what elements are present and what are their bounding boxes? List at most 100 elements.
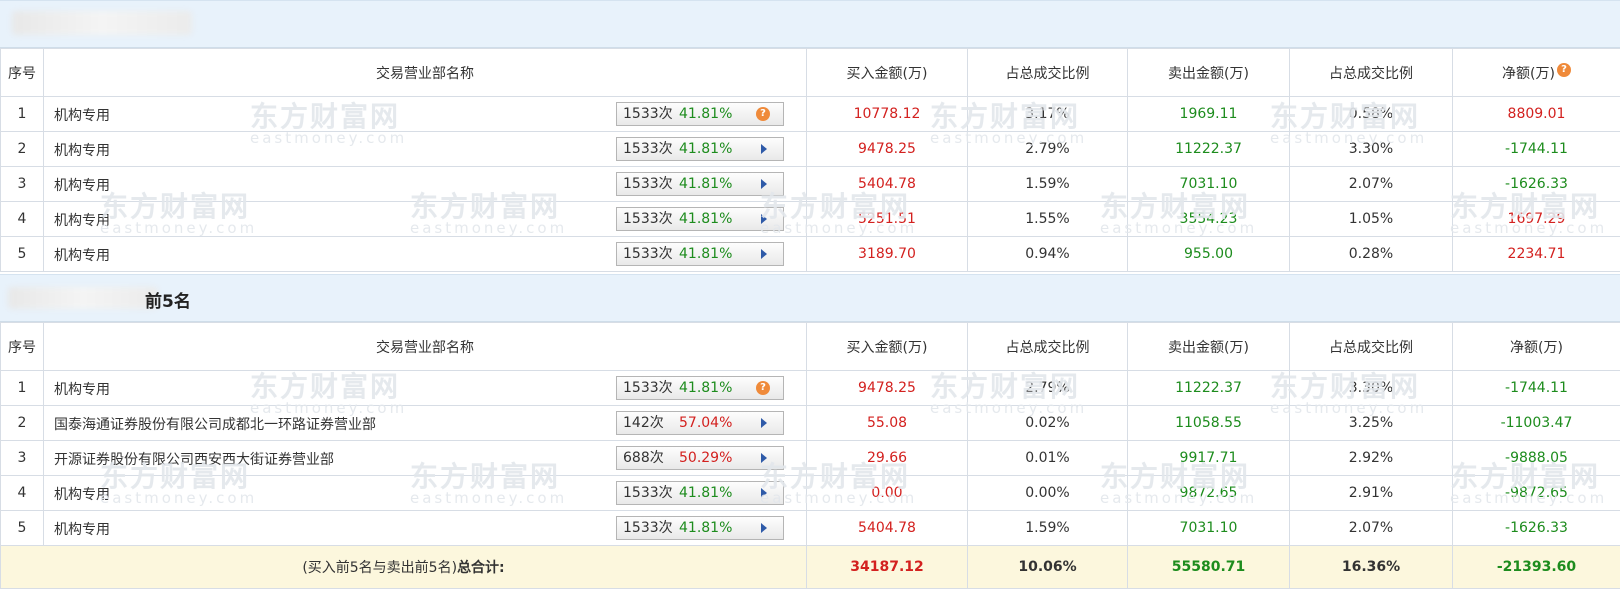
sell-amount: 7031.10	[1127, 166, 1290, 202]
buy-ratio: 0.01%	[967, 440, 1128, 476]
blurred-title	[8, 287, 158, 309]
broker-cell: 机构专用 1533次 41.81%?	[43, 96, 807, 132]
right-triangle-icon[interactable]	[761, 249, 767, 259]
buy-ratio: 3.17%	[967, 96, 1128, 132]
broker-stats-box[interactable]: 1533次 41.81%	[616, 516, 784, 540]
question-circle-icon[interactable]: ?	[756, 107, 770, 121]
total-buy: 34187.12	[806, 545, 968, 589]
right-triangle-icon[interactable]	[761, 453, 767, 463]
question-circle-icon[interactable]: ?	[756, 381, 770, 395]
col-name: 交易营业部名称	[43, 48, 807, 97]
total-row: (买入前5名与卖出前5名)总合计: 34187.12 10.06% 55580.…	[0, 545, 1620, 589]
broker-trade-count: 1533次	[623, 176, 673, 192]
broker-name[interactable]: 开源证券股份有限公司西安西大街证券营业部	[54, 449, 334, 469]
row-seq: 5	[0, 236, 44, 272]
broker-stats-box[interactable]: 142次 57.04%	[616, 411, 784, 435]
net-amount: 8809.01	[1452, 96, 1620, 132]
broker-win-rate: 50.29%	[679, 450, 733, 466]
broker-stats-box[interactable]: 1533次 41.81%	[616, 481, 784, 505]
buy-amount: 5251.51	[806, 201, 968, 237]
right-triangle-icon[interactable]	[761, 418, 767, 428]
col-name: 交易营业部名称	[43, 322, 807, 371]
col-net-label: 净额(万)	[1502, 65, 1555, 82]
right-triangle-icon[interactable]	[761, 488, 767, 498]
broker-stats-box[interactable]: 1533次 41.81%	[616, 172, 784, 196]
broker-name[interactable]: 机构专用	[54, 175, 110, 195]
right-triangle-icon[interactable]	[761, 214, 767, 224]
buy-ratio: 1.59%	[967, 166, 1128, 202]
row-seq: 3	[0, 166, 44, 202]
sell-top5-table: 序号 交易营业部名称 买入金额(万) 占总成交比例 卖出金额(万) 占总成交比例…	[0, 322, 1620, 589]
broker-win-rate: 41.81%	[679, 141, 733, 157]
broker-stats-box[interactable]: 1533次 41.81%	[616, 137, 784, 161]
broker-cell: 机构专用 1533次 41.81%	[43, 201, 807, 237]
table-row: 4 机构专用 1533次 41.81% 0.00 0.00% 9872.65 2.91% -98…	[0, 475, 1620, 511]
buy-top5-table: 序号 交易营业部名称 买入金额(万) 占总成交比例 卖出金额(万) 占总成交比例…	[0, 48, 1620, 272]
net-amount: 2234.71	[1452, 236, 1620, 272]
buy-amount: 5404.78	[806, 166, 968, 202]
broker-win-rate: 41.81%	[679, 246, 733, 262]
broker-name[interactable]: 机构专用	[54, 105, 110, 125]
sell-amount: 9872.65	[1127, 475, 1290, 511]
broker-stats-box[interactable]: 1533次 41.81%	[616, 242, 784, 266]
broker-stats-box[interactable]: 688次 50.29%	[616, 446, 784, 470]
broker-trade-count: 688次	[623, 450, 664, 466]
broker-win-rate: 41.81%	[679, 211, 733, 227]
col-buy-pct: 占总成交比例	[967, 48, 1128, 97]
sell-section-header: 前5名	[0, 274, 1620, 322]
sell-amount: 955.00	[1127, 236, 1290, 272]
buy-amount: 5404.78	[806, 510, 968, 546]
blurred-title	[12, 11, 192, 35]
net-amount: -9888.05	[1452, 440, 1620, 476]
table-row: 1 机构专用 1533次 41.81%? 9478.25 2.79% 11222.37 3.3…	[0, 370, 1620, 406]
row-seq: 2	[0, 405, 44, 441]
broker-cell: 机构专用 1533次 41.81%	[43, 166, 807, 202]
broker-name[interactable]: 机构专用	[54, 484, 110, 504]
broker-name[interactable]: 机构专用	[54, 245, 110, 265]
right-triangle-icon[interactable]	[761, 523, 767, 533]
broker-trade-count: 1533次	[623, 141, 673, 157]
broker-win-rate: 57.04%	[679, 415, 733, 431]
broker-name[interactable]: 机构专用	[54, 140, 110, 160]
right-triangle-icon[interactable]	[761, 179, 767, 189]
row-seq: 1	[0, 370, 44, 406]
broker-trade-count: 1533次	[623, 211, 673, 227]
total-sell: 55580.71	[1127, 545, 1290, 589]
broker-win-rate: 41.81%	[679, 485, 733, 501]
col-buy-pct: 占总成交比例	[967, 322, 1128, 371]
net-amount: -1744.11	[1452, 370, 1620, 406]
broker-trade-count: 1533次	[623, 106, 673, 122]
col-net: 净额(万)?	[1452, 48, 1620, 97]
sell-ratio: 3.30%	[1289, 370, 1453, 406]
sell-amount: 11058.55	[1127, 405, 1290, 441]
broker-stats-box[interactable]: 1533次 41.81%	[616, 207, 784, 231]
broker-stats-box[interactable]: 1533次 41.81%?	[616, 102, 784, 126]
buy-amount: 9478.25	[806, 370, 968, 406]
table-row: 4 机构专用 1533次 41.81% 5251.51 1.55% 3554.23 1.05%…	[0, 201, 1620, 237]
buy-ratio: 0.94%	[967, 236, 1128, 272]
question-circle-icon[interactable]: ?	[1556, 62, 1571, 77]
broker-win-rate: 41.81%	[679, 106, 733, 122]
col-net: 净额(万)	[1452, 322, 1620, 371]
buy-amount: 0.00	[806, 475, 968, 511]
row-seq: 2	[0, 131, 44, 167]
col-buy: 买入金额(万)	[806, 322, 968, 371]
col-sell: 卖出金额(万)	[1127, 322, 1290, 371]
broker-name[interactable]: 国泰海通证券股份有限公司成都北一环路证券营业部	[54, 414, 376, 434]
broker-name[interactable]: 机构专用	[54, 379, 110, 399]
col-sell: 卖出金额(万)	[1127, 48, 1290, 97]
row-seq: 4	[0, 201, 44, 237]
broker-cell: 机构专用 1533次 41.81%	[43, 131, 807, 167]
sell-ratio: 0.58%	[1289, 96, 1453, 132]
broker-name[interactable]: 机构专用	[54, 519, 110, 539]
col-seq: 序号	[0, 322, 44, 371]
total-label-prefix: (买入前5名与卖出前5名)	[302, 560, 458, 576]
table-row: 2 国泰海通证券股份有限公司成都北一环路证券营业部 142次 57.04% 55.08 0…	[0, 405, 1620, 441]
sell-amount: 11222.37	[1127, 370, 1290, 406]
sell-ratio: 2.91%	[1289, 475, 1453, 511]
broker-stats-box[interactable]: 1533次 41.81%?	[616, 376, 784, 400]
right-triangle-icon[interactable]	[761, 144, 767, 154]
broker-win-rate: 41.81%	[679, 176, 733, 192]
broker-trade-count: 1533次	[623, 380, 673, 396]
broker-name[interactable]: 机构专用	[54, 210, 110, 230]
